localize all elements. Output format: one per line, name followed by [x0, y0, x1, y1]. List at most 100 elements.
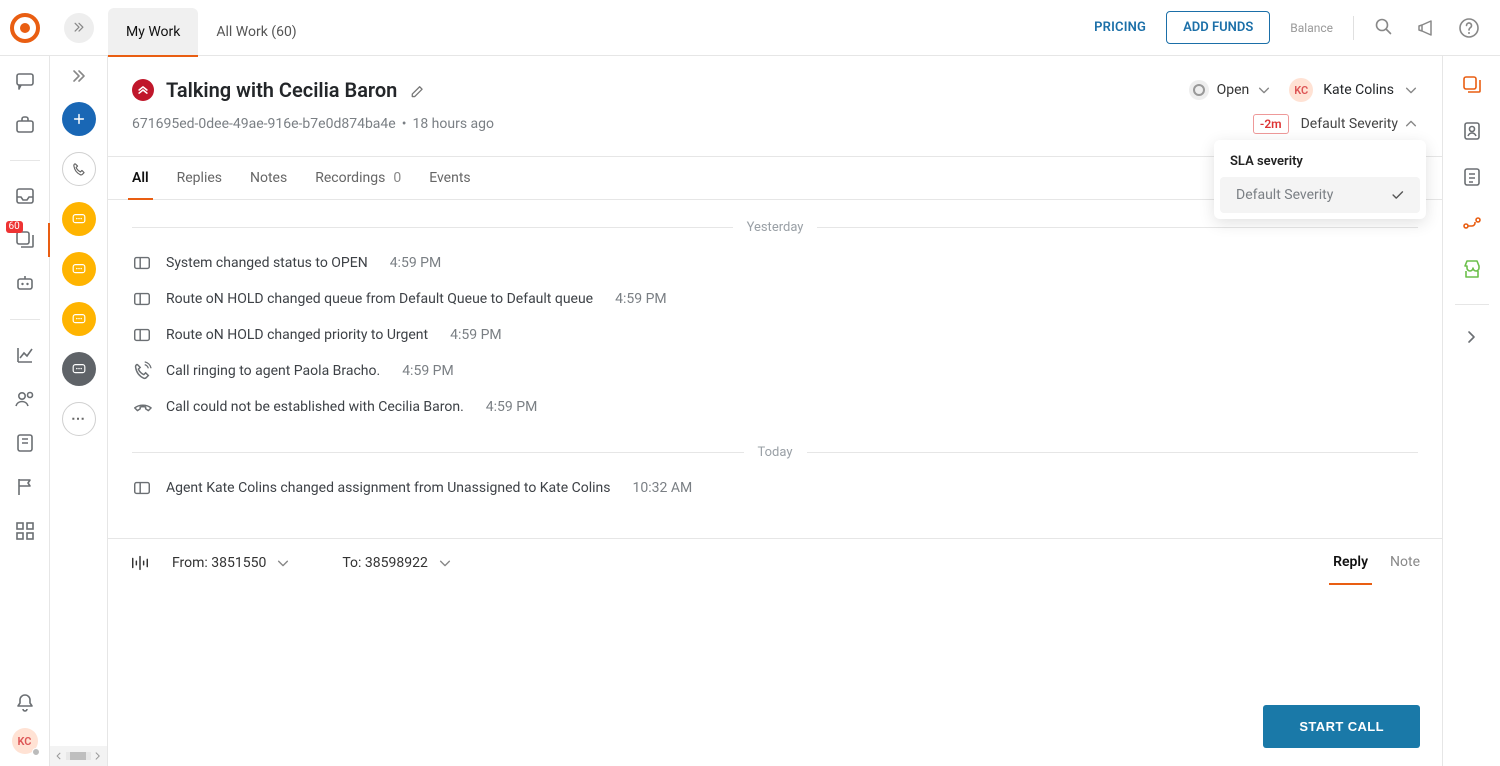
nav-conversations-icon[interactable] — [14, 70, 36, 92]
check-icon — [1390, 188, 1404, 202]
nav-reports-icon[interactable] — [14, 476, 36, 498]
recordings-count: 0 — [393, 170, 401, 186]
composer-body[interactable] — [108, 587, 1442, 705]
subtab-all[interactable]: All — [132, 157, 149, 199]
chevron-down-icon — [1404, 83, 1418, 97]
announcements-icon[interactable] — [1416, 17, 1438, 39]
call-ended-icon — [132, 397, 152, 417]
nav-inbox-icon[interactable] — [14, 185, 36, 207]
chat-icon — [71, 361, 87, 377]
nav-bots-icon[interactable] — [14, 273, 36, 295]
session-chat-2[interactable] — [62, 252, 96, 286]
app-logo[interactable] — [0, 0, 50, 56]
edit-title-icon[interactable] — [409, 81, 427, 99]
composer: From: 3851550 To: 38598922 Reply Note ST… — [108, 538, 1442, 766]
event-text: Agent Kate Colins changed assignment fro… — [166, 480, 611, 496]
nav-people-icon[interactable] — [14, 388, 36, 410]
nav-tickets-icon[interactable]: 60 — [14, 229, 36, 251]
subtab-recordings-label: Recordings — [315, 170, 385, 186]
chevron-down-icon — [1257, 83, 1271, 97]
ellipsis-icon: ⋯ — [71, 411, 86, 427]
event-text: Route oN HOLD changed priority to Urgent — [166, 327, 428, 343]
ticket-event-icon — [132, 289, 152, 309]
balance-label: Balance — [1290, 21, 1333, 35]
collapse-icon[interactable] — [1464, 329, 1480, 345]
double-chevron-right-icon — [72, 21, 86, 35]
status-ring-icon — [1189, 80, 1209, 100]
to-number-dropdown[interactable]: To: 38598922 — [342, 555, 451, 571]
timeline: Yesterday System changed status to OPEN … — [108, 200, 1442, 538]
composer-tab-note[interactable]: Note — [1390, 554, 1420, 572]
from-label: From: 3851550 — [172, 555, 266, 571]
assignee-name: Kate Colins — [1323, 82, 1394, 98]
severity-label: Default Severity — [1301, 116, 1398, 132]
chevron-right-icon — [93, 751, 103, 761]
severity-dropdown[interactable]: Default Severity — [1301, 116, 1418, 132]
event-text: Call ringing to agent Paola Bracho. — [166, 363, 380, 379]
nav-work-icon[interactable] — [14, 114, 36, 136]
nav-rail: 60 KC — [0, 56, 50, 766]
subtab-notes[interactable]: Notes — [250, 157, 287, 199]
presence-dot — [32, 748, 40, 756]
session-more[interactable]: ⋯ — [62, 402, 96, 436]
nav-knowledge-icon[interactable] — [14, 432, 36, 454]
contact-icon[interactable] — [1461, 120, 1483, 142]
chevron-left-icon — [54, 751, 64, 761]
start-call-button[interactable]: START CALL — [1263, 705, 1420, 748]
chevron-down-icon — [438, 556, 452, 570]
status-dropdown[interactable]: Open — [1189, 80, 1272, 100]
help-icon[interactable] — [1458, 17, 1480, 39]
chat-icon — [71, 311, 87, 327]
subtab-recordings[interactable]: Recordings 0 — [315, 157, 401, 199]
new-session-button[interactable] — [62, 102, 96, 136]
plus-icon — [71, 111, 87, 127]
double-chevron-right-icon — [70, 68, 88, 86]
subtab-events[interactable]: Events — [429, 157, 470, 199]
session-chat-3[interactable] — [62, 302, 96, 336]
event-time: 10:32 AM — [633, 480, 693, 496]
event-text: Call could not be established with Cecil… — [166, 399, 464, 415]
sla-badge: -2m — [1253, 114, 1289, 134]
assignee-avatar: KC — [1289, 78, 1313, 102]
ticket-age: 18 hours ago — [412, 116, 494, 132]
ticket-main: Talking with Cecilia Baron Open KC Kate … — [108, 56, 1442, 766]
session-call[interactable] — [62, 152, 96, 186]
nav-apps-icon[interactable] — [14, 520, 36, 542]
session-scrollbar[interactable] — [50, 746, 107, 766]
severity-option-default[interactable]: Default Severity — [1220, 177, 1420, 213]
event-row: Agent Kate Colins changed assignment fro… — [132, 470, 1418, 506]
priority-icon — [132, 79, 154, 101]
call-ringing-icon — [132, 361, 152, 381]
shopify-icon[interactable] — [1461, 258, 1483, 280]
from-number-dropdown[interactable]: From: 3851550 — [172, 555, 290, 571]
tab-all-work[interactable]: All Work (60) — [198, 8, 314, 56]
event-row: Route oN HOLD changed priority to Urgent… — [132, 317, 1418, 353]
event-row: Call ringing to agent Paola Bracho. 4:59… — [132, 353, 1418, 389]
current-user-avatar[interactable]: KC — [12, 728, 38, 754]
journey-icon[interactable] — [1461, 212, 1483, 234]
event-time: 4:59 PM — [390, 255, 442, 271]
event-time: 4:59 PM — [615, 291, 667, 307]
nav-analytics-icon[interactable] — [14, 344, 36, 366]
pricing-link[interactable]: PRICING — [1094, 20, 1146, 35]
expand-sidebar-button[interactable] — [50, 13, 108, 43]
session-message[interactable] — [62, 352, 96, 386]
day-separator-today: Today — [132, 445, 1418, 460]
add-funds-button[interactable]: ADD FUNDS — [1166, 11, 1270, 44]
top-bar: My Work All Work (60) PRICING ADD FUNDS … — [0, 0, 1500, 56]
assignee-dropdown[interactable]: KC Kate Colins — [1289, 78, 1418, 102]
expand-sessions-button[interactable] — [70, 68, 88, 86]
subtab-replies[interactable]: Replies — [177, 157, 222, 199]
notifications-icon[interactable] — [14, 692, 36, 714]
session-chat-1[interactable] — [62, 202, 96, 236]
notes-icon[interactable] — [1461, 166, 1483, 188]
tab-my-work[interactable]: My Work — [108, 8, 198, 56]
ticket-event-icon — [132, 478, 152, 498]
composer-tab-reply[interactable]: Reply — [1333, 554, 1368, 572]
status-label: Open — [1217, 82, 1250, 98]
event-row: System changed status to OPEN 4:59 PM — [132, 245, 1418, 281]
event-time: 4:59 PM — [402, 363, 454, 379]
severity-panel-title: SLA severity — [1214, 150, 1426, 177]
search-icon[interactable] — [1374, 17, 1396, 39]
ticket-details-icon[interactable] — [1461, 74, 1483, 96]
